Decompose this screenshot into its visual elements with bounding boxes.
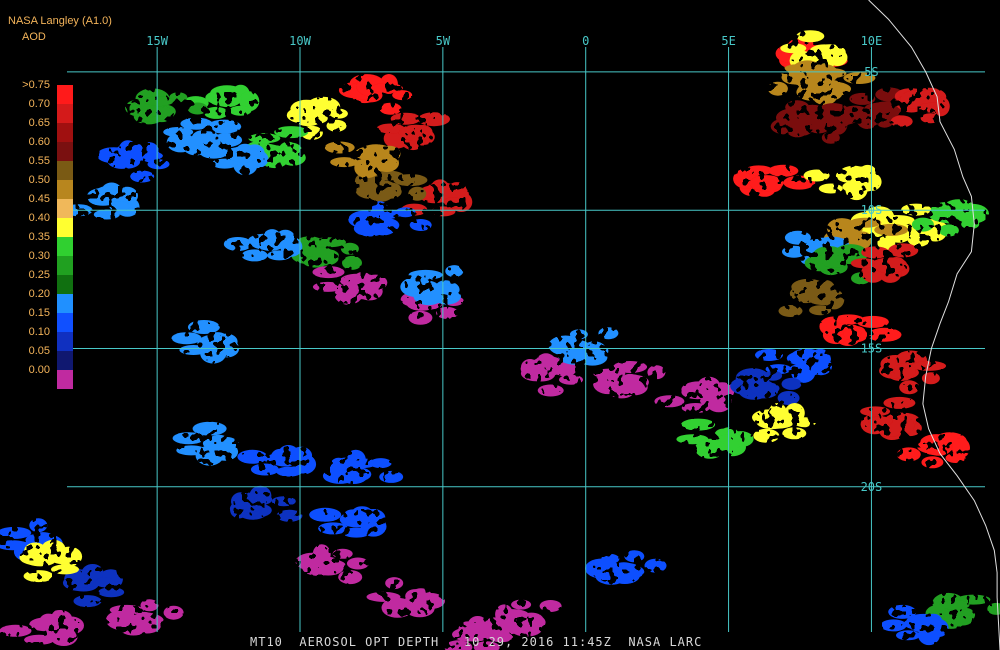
legend-label: 0.20 [28,288,50,300]
aerosol-cluster [778,278,845,317]
legend-label: 0.10 [28,326,50,338]
footer-caption: MT10 AEROSOL OPT DEPTH 10 29, 2016 11:45… [250,635,703,649]
legend-label: 0.55 [28,155,50,167]
aerosol-cluster [322,449,404,484]
aerosol-cluster [309,506,387,538]
legend-label: 0.05 [28,345,50,357]
product-title: NASA Langley (A1.0) [8,15,112,27]
latitude-label: 10S [861,203,883,217]
legend-swatch [57,85,73,104]
product-subtitle: AOD [22,31,46,43]
legend-label: 0.70 [28,98,50,110]
legend-label: 0.15 [28,307,50,319]
longitude-label: 10W [289,34,311,48]
longitude-label: 0 [582,34,589,48]
longitude-label: 10E [861,34,883,48]
aerosol-cluster [733,164,816,197]
legend-swatch [57,370,73,389]
legend-swatch [57,256,73,275]
legend-swatch [57,104,73,123]
aerosol-cluster [890,87,950,128]
legend-swatch [57,218,73,237]
aerosol-cluster [896,432,970,469]
legend-swatch [57,351,73,370]
legend-swatch [57,161,73,180]
legend-label: 0.25 [28,269,50,281]
legend-label: 0.65 [28,117,50,129]
aerosol-cluster [237,445,317,477]
aerosol-cluster [752,403,816,443]
aerosol-cluster [654,376,735,413]
aerosol-cluster [860,396,922,440]
aerosol-cluster [803,164,882,201]
legend-swatch [57,123,73,142]
longitude-label: 15W [146,34,168,48]
legend-swatch [57,332,73,351]
aerosol-cluster [223,229,303,262]
aod-map: 15W 10W 5W 0 5E 10E 5S 10S 15S 20S [0,0,1000,650]
aerosol-cluster [0,610,84,646]
legend-label: 0.35 [28,231,50,243]
aerosol-cluster [172,421,239,466]
longitude-label: 5W [436,34,451,48]
legend-label: >0.75 [22,79,50,91]
aerosol-cluster [64,182,140,220]
aerosol-cluster [593,361,666,399]
aerosol-cluster [171,320,240,364]
legend-swatch [57,237,73,256]
legend-label: 0.45 [28,193,50,205]
legend-swatch [57,313,73,332]
legend-label: 0.40 [28,212,50,224]
aerosol-cluster [229,485,303,522]
latitude-label: 5S [864,65,878,79]
aerosol-cluster [295,544,369,585]
longitude-label: 5E [721,34,735,48]
latitude-label: 20S [861,480,883,494]
aerosol-cluster [312,266,388,305]
aerosol-cluster [376,112,450,151]
legend-swatch [57,275,73,294]
aerosol-cluster [730,368,802,405]
aerosol-cluster [96,140,170,183]
legend-swatch [57,294,73,313]
latitude-label: 15S [861,342,883,356]
aerosol-cluster [291,236,362,270]
aerosol-cluster [676,418,754,459]
aerosol-cluster [338,74,413,115]
legend-swatch [57,180,73,199]
legend-label: 0.50 [28,174,50,186]
aerosol-layer [0,30,1000,650]
aerosol-cluster [105,599,184,636]
legend-label: 0.60 [28,136,50,148]
aerosol-cluster [585,550,667,585]
legend-swatch [57,199,73,218]
legend-label: 0.30 [28,250,50,262]
legend-swatch [57,142,73,161]
legend-label: 0.00 [28,364,50,376]
aerosol-cluster [366,577,445,618]
aerosol-cluster [879,350,947,395]
aerosol-cluster [492,599,562,637]
